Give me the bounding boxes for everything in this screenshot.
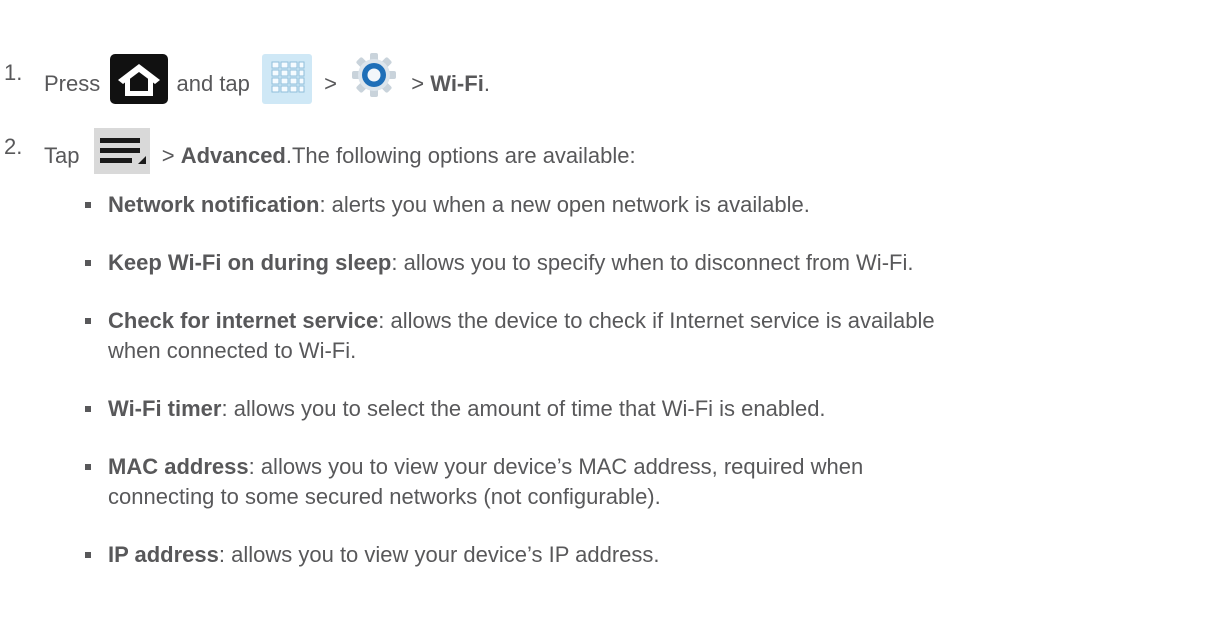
option-term: IP address: [108, 542, 219, 567]
option-description: : allows you to select the amount of tim…: [221, 396, 826, 421]
step-2-rest-text: .The following options are available:: [285, 142, 636, 168]
bullet: [85, 406, 91, 412]
wifi-label: Wi-Fi: [430, 70, 484, 96]
bullet: [85, 318, 91, 324]
step-1-separator-1: >: [324, 70, 338, 96]
settings-gear-icon: [349, 52, 399, 98]
step-1-period: .: [483, 70, 490, 96]
home-icon: [110, 54, 169, 104]
step-2-separator: >: [161, 142, 175, 168]
option-term: Wi-Fi timer: [108, 396, 222, 421]
apps-grid-icon: [262, 54, 313, 104]
bullet: [85, 552, 91, 558]
option-description: : alerts you when a new open network is …: [319, 192, 810, 217]
step-2-number: 2.: [4, 134, 23, 159]
menu-icon: [93, 128, 150, 174]
option-term: Check for internet service: [108, 308, 379, 333]
step-1-separator-2: >: [411, 70, 425, 96]
option-term: Network notification: [108, 192, 320, 217]
option-description: : allows you to view your device’s MAC a…: [248, 454, 864, 479]
bullet: [85, 260, 91, 266]
option-term: Keep Wi-Fi on during sleep: [108, 250, 392, 275]
bullet: [85, 202, 91, 208]
step-2-tap-text: Tap: [44, 142, 80, 168]
option-description-cont: connecting to some secured networks (not…: [108, 484, 661, 509]
step-1-press-text: Press: [44, 70, 101, 96]
option-term: MAC address: [108, 454, 249, 479]
option-description-cont: when connected to Wi-Fi.: [108, 338, 357, 363]
option-description: : allows the device to check if Internet…: [378, 308, 935, 333]
option-description: : allows you to specify when to disconne…: [391, 250, 914, 275]
step-1-number: 1.: [4, 60, 23, 85]
step-1-and-tap-text: and tap: [176, 70, 250, 96]
option-description: : allows you to view your device’s IP ad…: [218, 542, 660, 567]
advanced-label: Advanced: [180, 142, 286, 168]
bullet: [85, 464, 91, 470]
